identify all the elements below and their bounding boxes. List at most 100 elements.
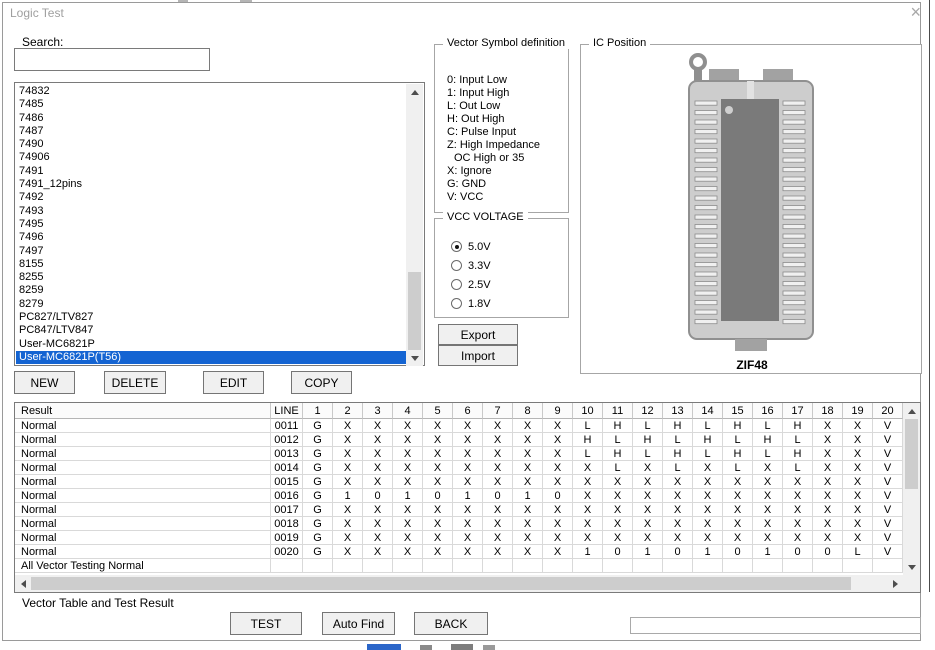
table-row[interactable]: Normal0019GXXXXXXXXXXXXXXXXXXV: [15, 531, 920, 545]
list-item[interactable]: 7497: [16, 245, 406, 258]
list-scrollbar[interactable]: [406, 84, 423, 366]
table-scroll-left-button[interactable]: [15, 575, 31, 592]
edit-button[interactable]: EDIT: [203, 371, 264, 394]
scroll-down-button[interactable]: [406, 350, 423, 366]
header-cell[interactable]: 6: [453, 403, 483, 419]
cell: Normal: [15, 475, 271, 489]
list-item[interactable]: 74832: [16, 85, 406, 98]
back-button[interactable]: BACK: [414, 612, 488, 635]
table-row[interactable]: Normal0018GXXXXXXXXXXXXXXXXXXV: [15, 517, 920, 531]
list-item[interactable]: 8259: [16, 284, 406, 297]
header-cell[interactable]: 5: [423, 403, 453, 419]
header-cell[interactable]: 4: [393, 403, 423, 419]
table-scroll-up-button[interactable]: [903, 403, 920, 419]
list-item[interactable]: 7486: [16, 112, 406, 125]
table-row[interactable]: Normal0020GXXXXXXXX101010100LV: [15, 545, 920, 559]
header-cell[interactable]: LINE: [271, 403, 303, 419]
header-cell[interactable]: 9: [543, 403, 573, 419]
cell: X: [423, 447, 453, 461]
list-item[interactable]: 7490: [16, 138, 406, 151]
cell: X: [453, 475, 483, 489]
auto-find-button[interactable]: Auto Find: [322, 612, 395, 635]
cell: G: [303, 433, 333, 447]
cell: G: [303, 447, 333, 461]
radio-option[interactable]: 1.8V: [451, 294, 491, 313]
header-cell[interactable]: 11: [603, 403, 633, 419]
header-cell[interactable]: 10: [573, 403, 603, 419]
list-item[interactable]: 7495: [16, 218, 406, 231]
cell: 0: [423, 489, 453, 503]
table-row[interactable]: Normal0014GXXXXXXXXXLXLXLXLXXV: [15, 461, 920, 475]
export-button[interactable]: Export: [438, 324, 518, 345]
table-row[interactable]: Normal0017GXXXXXXXXXXXXXXXXXXV: [15, 503, 920, 517]
cell: L: [723, 461, 753, 475]
cell: X: [783, 489, 813, 503]
cell: X: [663, 531, 693, 545]
header-cell[interactable]: 8: [513, 403, 543, 419]
test-button[interactable]: TEST: [230, 612, 302, 635]
header-cell[interactable]: 3: [363, 403, 393, 419]
list-item[interactable]: 7492: [16, 191, 406, 204]
list-item[interactable]: User-MC6821P(T56): [16, 351, 406, 364]
header-cell[interactable]: 20: [873, 403, 903, 419]
list-item[interactable]: 7491_12pins: [16, 178, 406, 191]
radio-option[interactable]: 2.5V: [451, 275, 491, 294]
header-cell[interactable]: 15: [723, 403, 753, 419]
symbol-line: C: Pulse Input: [447, 126, 540, 139]
list-item[interactable]: 7487: [16, 125, 406, 138]
list-item[interactable]: PC847/LTV847: [16, 324, 406, 337]
taskbar-fragment: [451, 644, 473, 650]
new-button[interactable]: NEW: [14, 371, 75, 394]
list-item[interactable]: 7493: [16, 205, 406, 218]
header-cell[interactable]: 19: [843, 403, 873, 419]
header-cell[interactable]: 1: [303, 403, 333, 419]
list-item[interactable]: PC827/LTV827: [16, 311, 406, 324]
cell: [813, 559, 843, 573]
cell: 0: [783, 545, 813, 559]
cell: X: [603, 517, 633, 531]
table-row[interactable]: Normal0015GXXXXXXXXXXXXXXXXXXV: [15, 475, 920, 489]
table-scroll-right-button[interactable]: [887, 575, 903, 592]
cell: Normal: [15, 433, 271, 447]
import-button[interactable]: Import: [438, 345, 518, 366]
table-vscrollbar-thumb[interactable]: [905, 419, 918, 489]
delete-button[interactable]: DELETE: [104, 371, 166, 394]
table-scroll-down-button[interactable]: [903, 559, 920, 575]
table-hscrollbar[interactable]: [15, 575, 903, 592]
close-icon[interactable]: ×: [910, 2, 921, 23]
list-item[interactable]: 8255: [16, 271, 406, 284]
header-cell[interactable]: 7: [483, 403, 513, 419]
list-item[interactable]: 8155: [16, 258, 406, 271]
cell: G: [303, 475, 333, 489]
header-cell[interactable]: 2: [333, 403, 363, 419]
header-cell[interactable]: 18: [813, 403, 843, 419]
header-cell[interactable]: 14: [693, 403, 723, 419]
list-item[interactable]: 74906: [16, 151, 406, 164]
cell: X: [423, 531, 453, 545]
table-hscrollbar-thumb[interactable]: [31, 577, 851, 590]
header-cell[interactable]: 13: [663, 403, 693, 419]
table-row[interactable]: Normal0016G10101010XXXXXXXXXXV: [15, 489, 920, 503]
symbol-line: X: Ignore: [447, 165, 540, 178]
header-cell[interactable]: Result: [15, 403, 271, 419]
cell: X: [483, 447, 513, 461]
table-row[interactable]: Normal0011GXXXXXXXXLHLHLHLHXXV: [15, 419, 920, 433]
cell: 0020: [271, 545, 303, 559]
radio-option[interactable]: 5.0V: [451, 237, 491, 256]
copy-button[interactable]: COPY: [291, 371, 352, 394]
table-row[interactable]: Normal0013GXXXXXXXXLHLHLHLHXXV: [15, 447, 920, 461]
table-vscrollbar[interactable]: [903, 403, 920, 575]
list-item[interactable]: User-MC6821P: [16, 338, 406, 351]
table-row[interactable]: Normal0012GXXXXXXXXHLHLHLHLXXV: [15, 433, 920, 447]
list-item[interactable]: 7496: [16, 231, 406, 244]
list-item[interactable]: 7485: [16, 98, 406, 111]
radio-option[interactable]: 3.3V: [451, 256, 491, 275]
scroll-up-button[interactable]: [406, 84, 423, 100]
list-scrollbar-thumb[interactable]: [408, 272, 421, 350]
list-item[interactable]: 7491: [16, 165, 406, 178]
header-cell[interactable]: 16: [753, 403, 783, 419]
header-cell[interactable]: 17: [783, 403, 813, 419]
search-input[interactable]: [14, 48, 210, 71]
list-item[interactable]: 8279: [16, 298, 406, 311]
header-cell[interactable]: 12: [633, 403, 663, 419]
